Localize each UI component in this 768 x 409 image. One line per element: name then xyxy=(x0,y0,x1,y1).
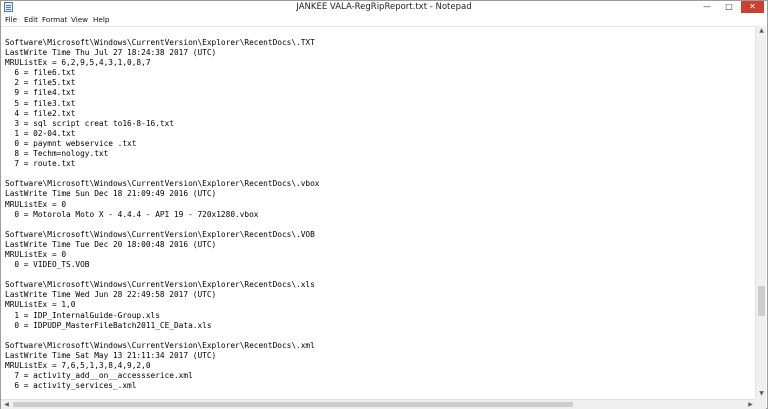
text-line: MRUListEx = 7,6,5,1,3,8,4,9,2,0 xyxy=(5,361,151,370)
text-line: Software\Microsoft\Windows\CurrentVersio… xyxy=(5,229,315,239)
text-line: MRUListEx = 1,0 xyxy=(5,300,76,310)
text-line xyxy=(5,220,320,230)
window-title: JANKEE VALA-RegRipReport.txt - Notepad xyxy=(296,2,472,12)
menu-format[interactable]: Format xyxy=(42,14,67,25)
text-line xyxy=(5,169,320,179)
vertical-scroll-thumb[interactable] xyxy=(758,286,765,316)
menu-file[interactable]: File xyxy=(5,14,17,25)
text-line xyxy=(5,331,320,341)
text-line: MRUListEx = 0 xyxy=(5,199,67,209)
text-line: MRUListEx = 0 xyxy=(5,249,67,259)
text-line: 6 = file6.txt xyxy=(5,68,76,78)
minimize-button[interactable]: — xyxy=(697,1,717,13)
text-line: Software\Microsoft\Windows\CurrentVersio… xyxy=(5,179,320,189)
text-line: LastWrite Time Thu Jul 27 18:24:38 2017 … xyxy=(5,48,217,58)
text-line: 0 = Motorola Moto X - 4.4.4 - API 19 - 7… xyxy=(5,209,259,219)
scroll-down-icon[interactable]: ▼ xyxy=(757,389,766,399)
menu-edit[interactable]: Edit xyxy=(24,14,38,25)
text-line: LastWrite Time Sat May 13 21:11:34 2017 … xyxy=(5,350,217,360)
title-bar[interactable]: JANKEE VALA-RegRipReport.txt - Notepad —… xyxy=(1,1,767,14)
text-line: LastWrite Time Wed Jun 28 22:49:58 2017 … xyxy=(5,290,217,300)
horizontal-scroll-thumb[interactable] xyxy=(13,402,573,407)
scroll-left-icon[interactable]: ◀ xyxy=(2,400,11,409)
menu-view[interactable]: View xyxy=(71,14,88,25)
text-line: Software\Microsoft\Windows\CurrentVersio… xyxy=(5,280,315,290)
menu-bar: File Edit Format View Help xyxy=(1,14,767,25)
text-editor[interactable]: Software\Microsoft\Windows\CurrentVersio… xyxy=(1,26,756,400)
text-line: 1 = 02-04.txt xyxy=(5,128,76,138)
text-line: 7 = activity_add__on__accessserice.xml xyxy=(5,371,193,381)
text-line: 6 = activity_services_.xml xyxy=(5,381,137,391)
maximize-button[interactable]: □ xyxy=(719,1,739,13)
scroll-right-icon[interactable]: ▶ xyxy=(746,400,755,409)
text-line: 2 = file5.txt xyxy=(5,78,76,88)
text-line: LastWrite Time Sun Dec 18 21:09:49 2016 … xyxy=(5,189,217,199)
text-line: 0 = IDPUDP_MasterFileBatch2011_CE_Data.x… xyxy=(5,320,212,330)
text-line: 0 = VIDEO_TS.VOB xyxy=(5,260,90,270)
text-line: 7 = route.txt xyxy=(5,159,76,169)
horizontal-scrollbar[interactable]: ◀ ▶ xyxy=(1,399,756,409)
vertical-scrollbar[interactable]: ▲ ▼ xyxy=(755,26,766,399)
text-line: 5 = file3.txt xyxy=(5,98,76,108)
scrollbar-corner xyxy=(755,399,766,409)
document-text: Software\Microsoft\Windows\CurrentVersio… xyxy=(5,38,320,391)
text-line: 0 = paymnt webservice .txt xyxy=(5,138,137,148)
menu-help[interactable]: Help xyxy=(93,14,109,25)
close-button[interactable]: ✕ xyxy=(741,1,764,13)
text-line: 3 = sql script creat to16-8-16.txt xyxy=(5,118,174,128)
text-line: MRUListEx = 6,2,9,5,4,3,1,0,8,7 xyxy=(5,58,151,68)
notepad-window: JANKEE VALA-RegRipReport.txt - Notepad —… xyxy=(0,0,768,409)
text-line xyxy=(5,270,320,280)
text-line: 1 = IDP_InternalGuide-Group.xls xyxy=(5,310,160,320)
text-line: 9 = file4.txt xyxy=(5,88,76,98)
scroll-up-icon[interactable]: ▲ xyxy=(757,26,766,36)
text-line: 8 = Techm=nology.txt xyxy=(5,149,109,159)
text-line: Software\Microsoft\Windows\CurrentVersio… xyxy=(5,340,315,350)
text-line: 4 = file2.txt xyxy=(5,108,76,118)
text-line: Software\Microsoft\Windows\CurrentVersio… xyxy=(5,38,315,47)
text-line: LastWrite Time Tue Dec 20 18:00:48 2016 … xyxy=(5,239,217,249)
